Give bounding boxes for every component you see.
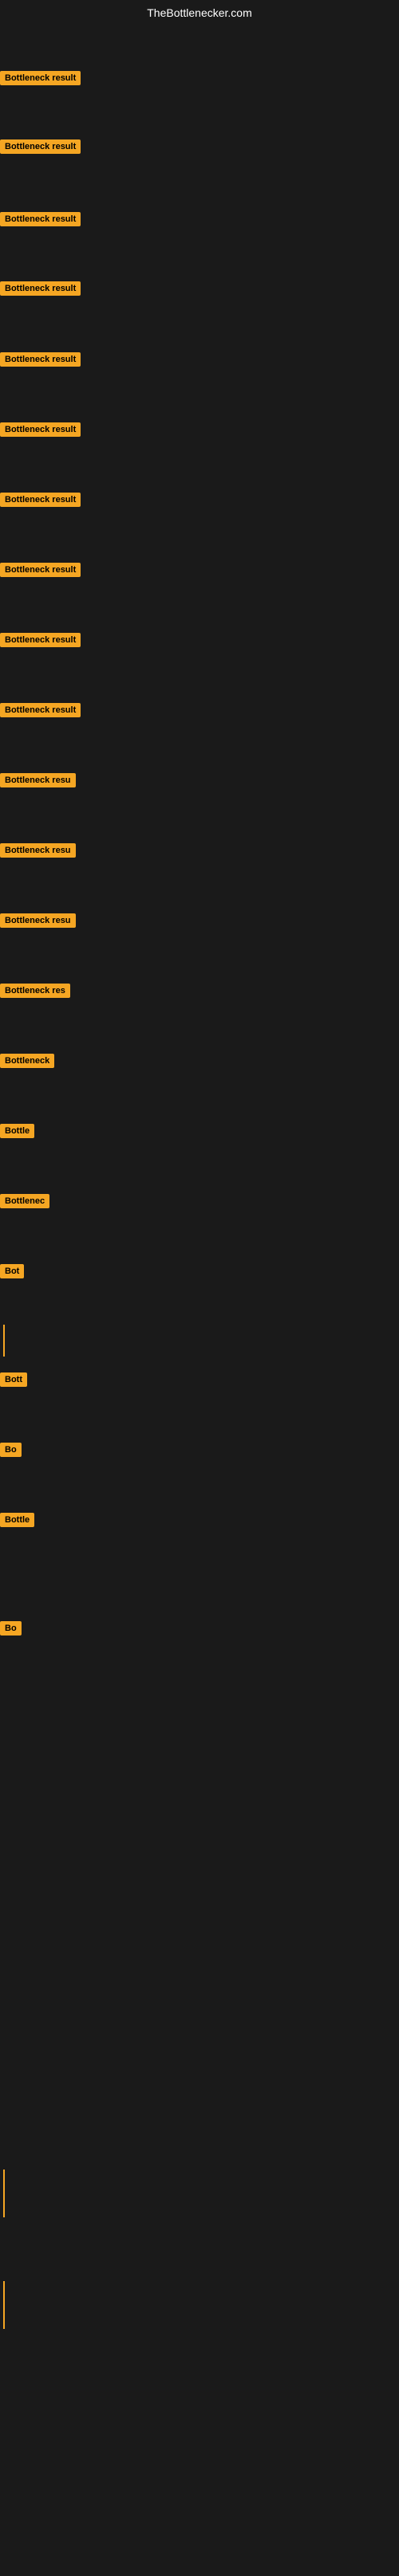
bottleneck-badge[interactable]: Bottleneck result [0,422,81,437]
result-row: Bottle [0,1124,34,1142]
bottleneck-badge[interactable]: Bottleneck result [0,493,81,507]
vertical-line [3,2281,5,2329]
bottleneck-badge[interactable]: Bo [0,1443,22,1457]
bottleneck-badge[interactable]: Bottleneck resu [0,843,76,858]
bottleneck-badge[interactable]: Bottleneck result [0,703,81,717]
bottleneck-badge[interactable]: Bottleneck resu [0,913,76,928]
result-row: Bottleneck result [0,281,81,300]
result-row: Bottleneck result [0,703,81,721]
result-row: Bo [0,1621,22,1639]
result-row: Bottleneck [0,1054,54,1072]
bottleneck-badge[interactable]: Bottleneck result [0,563,81,577]
result-row: Bottle [0,1513,34,1531]
result-row: Bottleneck result [0,212,81,230]
bottleneck-badge[interactable]: Bott [0,1372,27,1387]
bottleneck-badge[interactable]: Bottleneck result [0,281,81,296]
result-row: Bo [0,1443,22,1461]
result-row: Bottleneck resu [0,843,76,862]
result-row: Bottleneck result [0,139,81,158]
result-row: Bottleneck result [0,422,81,441]
bottleneck-badge[interactable]: Bottleneck resu [0,773,76,787]
bottleneck-badge[interactable]: Bottle [0,1124,34,1138]
result-row: Bottleneck result [0,493,81,511]
result-row: Bottlenec [0,1194,49,1212]
vertical-line [3,2170,5,2217]
result-row: Bott [0,1372,27,1391]
bottleneck-badge[interactable]: Bottle [0,1513,34,1527]
vertical-line [3,1325,5,1357]
site-title: TheBottlenecker.com [0,0,399,26]
bottleneck-badge[interactable]: Bottleneck result [0,71,81,85]
bottleneck-badge[interactable]: Bottleneck res [0,984,70,998]
result-row: Bottleneck result [0,633,81,651]
bottleneck-badge[interactable]: Bottleneck result [0,352,81,367]
result-row: Bot [0,1264,24,1282]
result-row: Bottleneck res [0,984,70,1002]
bottleneck-badge[interactable]: Bot [0,1264,24,1278]
bottleneck-badge[interactable]: Bottleneck result [0,139,81,154]
result-row: Bottleneck resu [0,773,76,791]
bottleneck-badge[interactable]: Bottleneck result [0,212,81,226]
bottleneck-badge[interactable]: Bo [0,1621,22,1636]
bottleneck-badge[interactable]: Bottleneck [0,1054,54,1068]
result-row: Bottleneck resu [0,913,76,932]
result-row: Bottleneck result [0,352,81,371]
bottleneck-badge[interactable]: Bottlenec [0,1194,49,1208]
bottleneck-badge[interactable]: Bottleneck result [0,633,81,647]
result-row: Bottleneck result [0,71,81,89]
result-row: Bottleneck result [0,563,81,581]
